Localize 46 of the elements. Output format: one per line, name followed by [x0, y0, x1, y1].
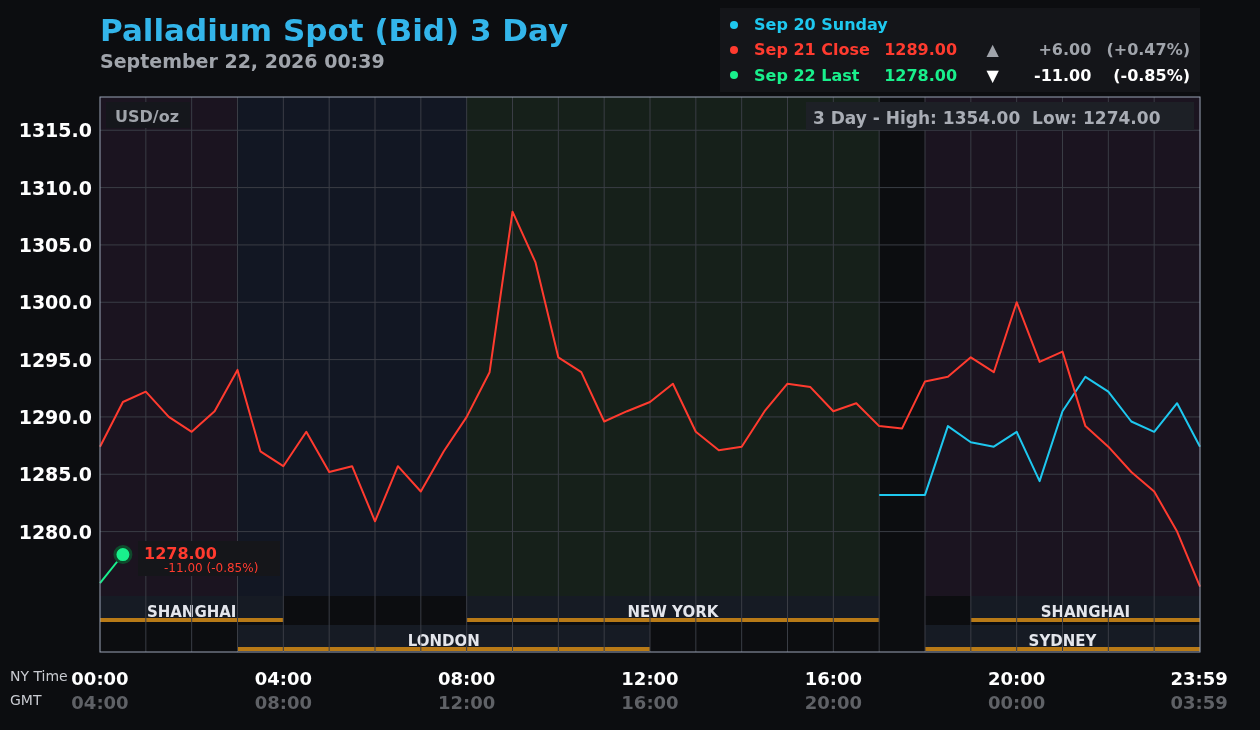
x-axis-label: 04:00 [254, 668, 312, 689]
session-band: SHANGHAI [100, 596, 284, 622]
gmt-axis-label: 12:00 [438, 692, 496, 713]
gmt-axis-label: 20:00 [804, 692, 862, 713]
gmt-axis-label: 03:59 [1170, 692, 1228, 713]
y-axis-label: 1300.0 [18, 291, 92, 314]
session-band: SYDNEY [925, 625, 1200, 651]
x-axis-label: 23:59 [1170, 668, 1228, 689]
y-axis-label: 1295.0 [18, 348, 92, 371]
legend-label: Sep 20 Sunday [754, 15, 886, 35]
legend-change: -11.00 [1033, 65, 1092, 85]
y-axis-label: 1280.0 [18, 520, 92, 543]
legend-percent: (+0.47%) [1105, 40, 1190, 60]
x-axis-label: 20:00 [988, 668, 1046, 689]
range-note: 3 Day - High: 1354.00 Low: 1274.00 [813, 108, 1161, 128]
chart-title: Palladium Spot (Bid) 3 Day [100, 12, 569, 48]
unit-label: USD/oz [115, 107, 179, 126]
y-axis-label: 1305.0 [18, 233, 92, 256]
legend-label: Sep 22 Last [754, 65, 861, 85]
session-band: LONDON [237, 625, 650, 651]
y-axis-label: 1310.0 [18, 176, 92, 199]
last-price: 1278.00 [144, 544, 217, 563]
x-axis-label: 00:00 [71, 668, 129, 689]
chart-date: September 22, 2026 00:39 [100, 50, 386, 72]
x-axis-label: 16:00 [804, 668, 862, 689]
legend-price: 1289.00 [884, 40, 959, 60]
gmt-axis-label: 08:00 [254, 692, 312, 713]
x-axis-label: 08:00 [438, 668, 496, 689]
legend-price: 1278.00 [884, 65, 959, 85]
legend-change: +6.00 [1037, 40, 1092, 60]
gmt-axis-label: 00:00 [988, 692, 1046, 713]
trend-arrow: ▼ [985, 65, 1000, 85]
legend-percent: (-0.85%) [1112, 65, 1190, 85]
x-axis-label: 12:00 [621, 668, 679, 689]
time-zone-label: NY Time [10, 668, 68, 684]
time-zone-label: GMT [10, 692, 42, 708]
y-axis-label: 1315.0 [18, 119, 92, 142]
gmt-axis-label: 16:00 [621, 692, 679, 713]
legend-label: Sep 21 Close [754, 40, 871, 60]
session-band: NEW YORK [466, 596, 880, 622]
y-axis-label: 1285.0 [18, 463, 92, 486]
y-axis-label: 1290.0 [18, 405, 92, 428]
gmt-axis-label: 04:00 [71, 692, 129, 713]
session-band: SHANGHAI [970, 596, 1200, 622]
trend-arrow: ▲ [985, 40, 1000, 60]
last-change: -11.00 (-0.85%) [164, 561, 259, 575]
